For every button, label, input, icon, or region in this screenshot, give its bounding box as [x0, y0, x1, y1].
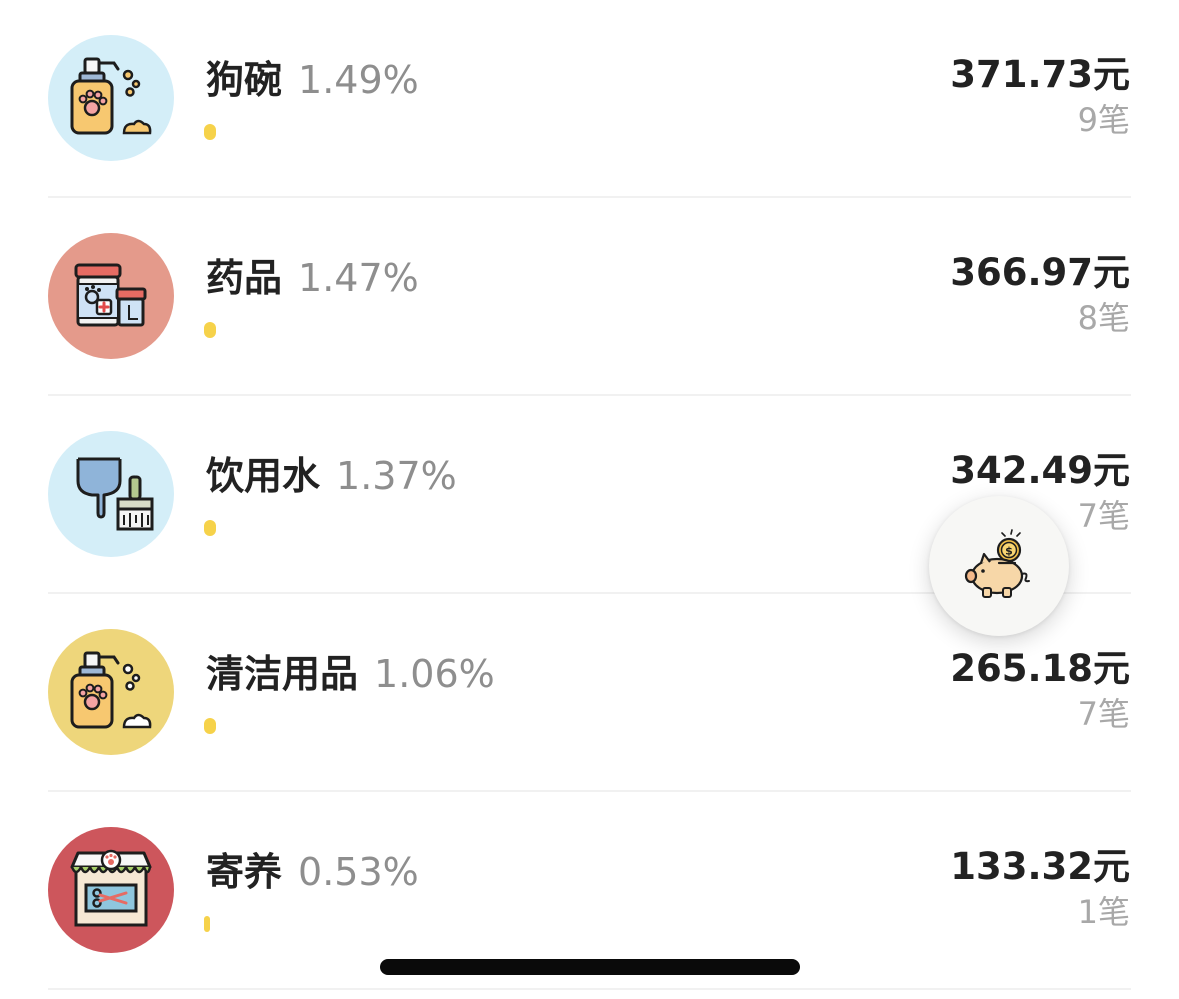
- transaction-count: 8笔: [1077, 299, 1130, 337]
- scooper-brush-icon: [48, 431, 174, 557]
- list-item[interactable]: 药品 1.47% 366.97元 8笔: [0, 198, 1179, 396]
- share-bar: [204, 916, 210, 932]
- transaction-count: 1笔: [1077, 893, 1130, 931]
- category-amount: 265.18元: [950, 647, 1130, 690]
- item-title: 寄养 0.53%: [206, 844, 419, 908]
- category-percent: 1.47%: [298, 256, 419, 300]
- category-amount: 133.32元: [950, 845, 1130, 888]
- category-percent: 1.06%: [374, 652, 495, 696]
- home-indicator[interactable]: [380, 959, 800, 975]
- svg-text:$: $: [1005, 545, 1013, 558]
- share-bar: [204, 718, 216, 734]
- divider: [48, 988, 1131, 990]
- share-bar: [204, 124, 216, 140]
- pet-medicine-jar-icon: [48, 233, 174, 359]
- category-amount: 366.97元: [950, 251, 1130, 294]
- item-title: 狗碗 1.49%: [206, 52, 419, 116]
- category-name: 清洁用品: [206, 652, 359, 696]
- category-name: 狗碗: [206, 58, 283, 102]
- share-bar: [204, 322, 216, 338]
- pet-shop-icon: [48, 827, 174, 953]
- transaction-count: 9笔: [1077, 101, 1130, 139]
- category-name: 饮用水: [206, 454, 321, 498]
- category-percent: 0.53%: [298, 850, 419, 894]
- item-title: 饮用水 1.37%: [206, 448, 457, 512]
- piggy-bank-button[interactable]: $: [929, 496, 1069, 636]
- category-name: 药品: [206, 256, 283, 300]
- item-title: 药品 1.47%: [206, 250, 419, 314]
- list-item[interactable]: 狗碗 1.49% 371.73元 9笔: [0, 0, 1179, 198]
- category-amount: 342.49元: [950, 449, 1130, 492]
- pet-shampoo-bottle-icon: [48, 35, 174, 161]
- pet-shampoo-bottle-icon: [48, 629, 174, 755]
- transaction-count: 7笔: [1077, 695, 1130, 733]
- category-name: 寄养: [206, 850, 283, 894]
- category-percent: 1.37%: [336, 454, 457, 498]
- category-percent: 1.49%: [298, 58, 419, 102]
- transaction-count: 7笔: [1077, 497, 1130, 535]
- piggy-bank-coin-icon: $: [964, 529, 1030, 598]
- item-title: 清洁用品 1.06%: [206, 646, 495, 710]
- category-amount: 371.73元: [950, 53, 1130, 96]
- share-bar: [204, 520, 216, 536]
